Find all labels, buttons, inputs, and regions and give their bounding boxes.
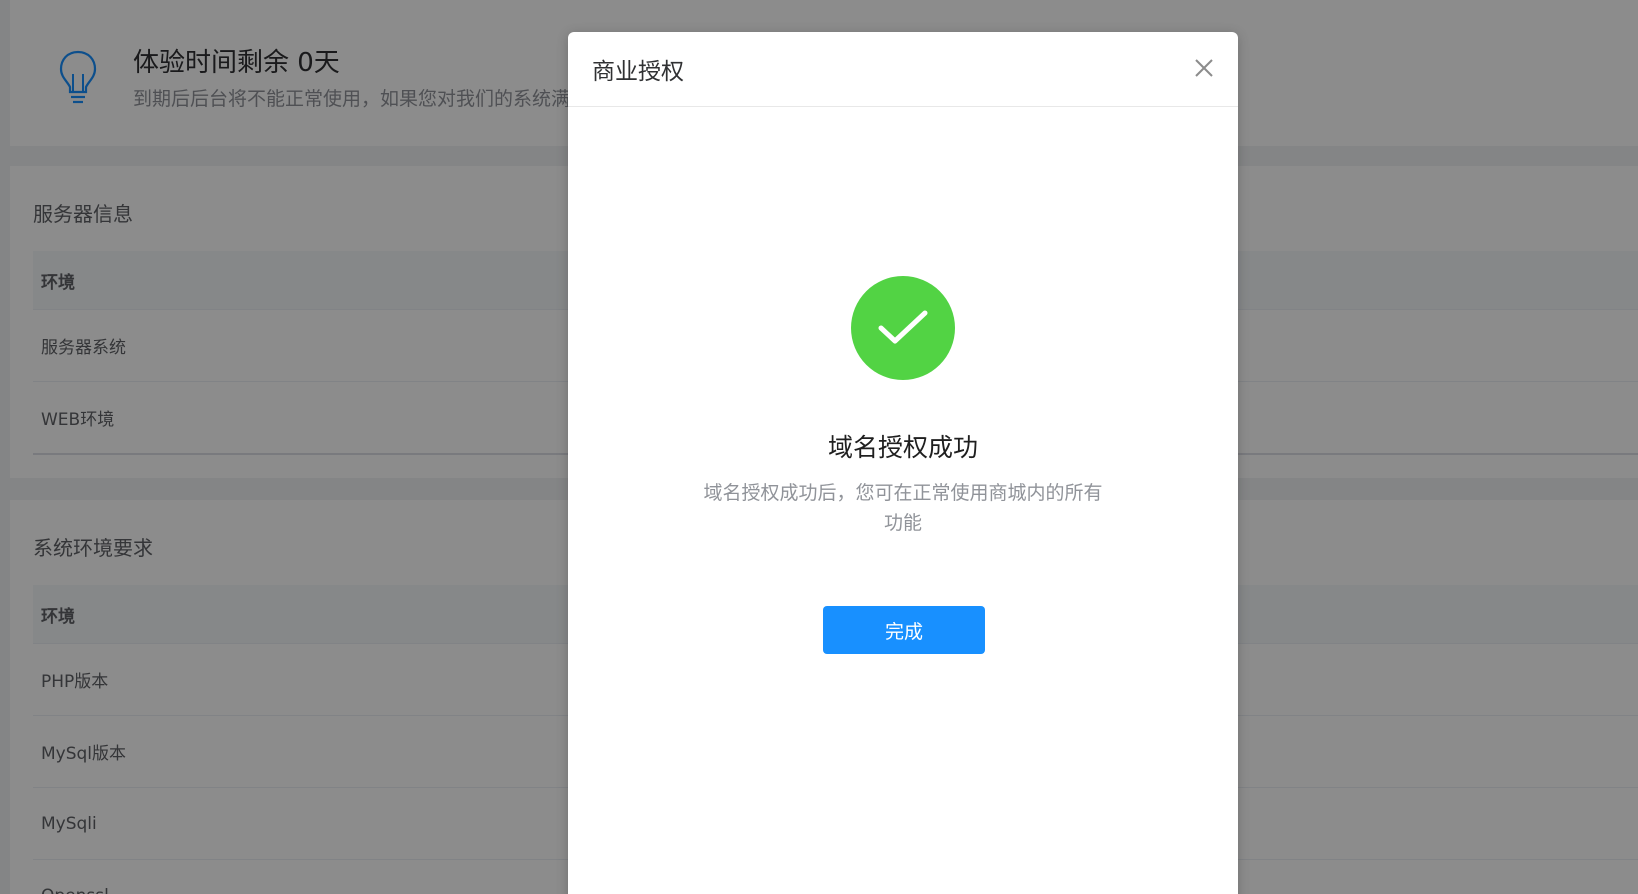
result-description: 域名授权成功后，您可在正常使用商城内的所有功能 <box>703 482 1103 534</box>
close-icon[interactable] <box>1192 56 1216 80</box>
done-button[interactable]: 完成 <box>823 606 985 654</box>
check-icon <box>878 310 928 344</box>
result-title: 域名授权成功 <box>827 433 978 462</box>
dialog-header: 商业授权 <box>568 32 1238 107</box>
dialog-title: 商业授权 <box>592 59 684 85</box>
license-dialog: 商业授权 域名授权成功 域名授权成功后，您可在正常使用商城内的所有功能 完成 <box>568 32 1238 894</box>
page: 体验时间剩余 0天 到期后后台将不能正常使用，如果您对我们的系统满意，请及时购买… <box>0 0 1638 894</box>
success-icon-circle <box>851 276 955 380</box>
